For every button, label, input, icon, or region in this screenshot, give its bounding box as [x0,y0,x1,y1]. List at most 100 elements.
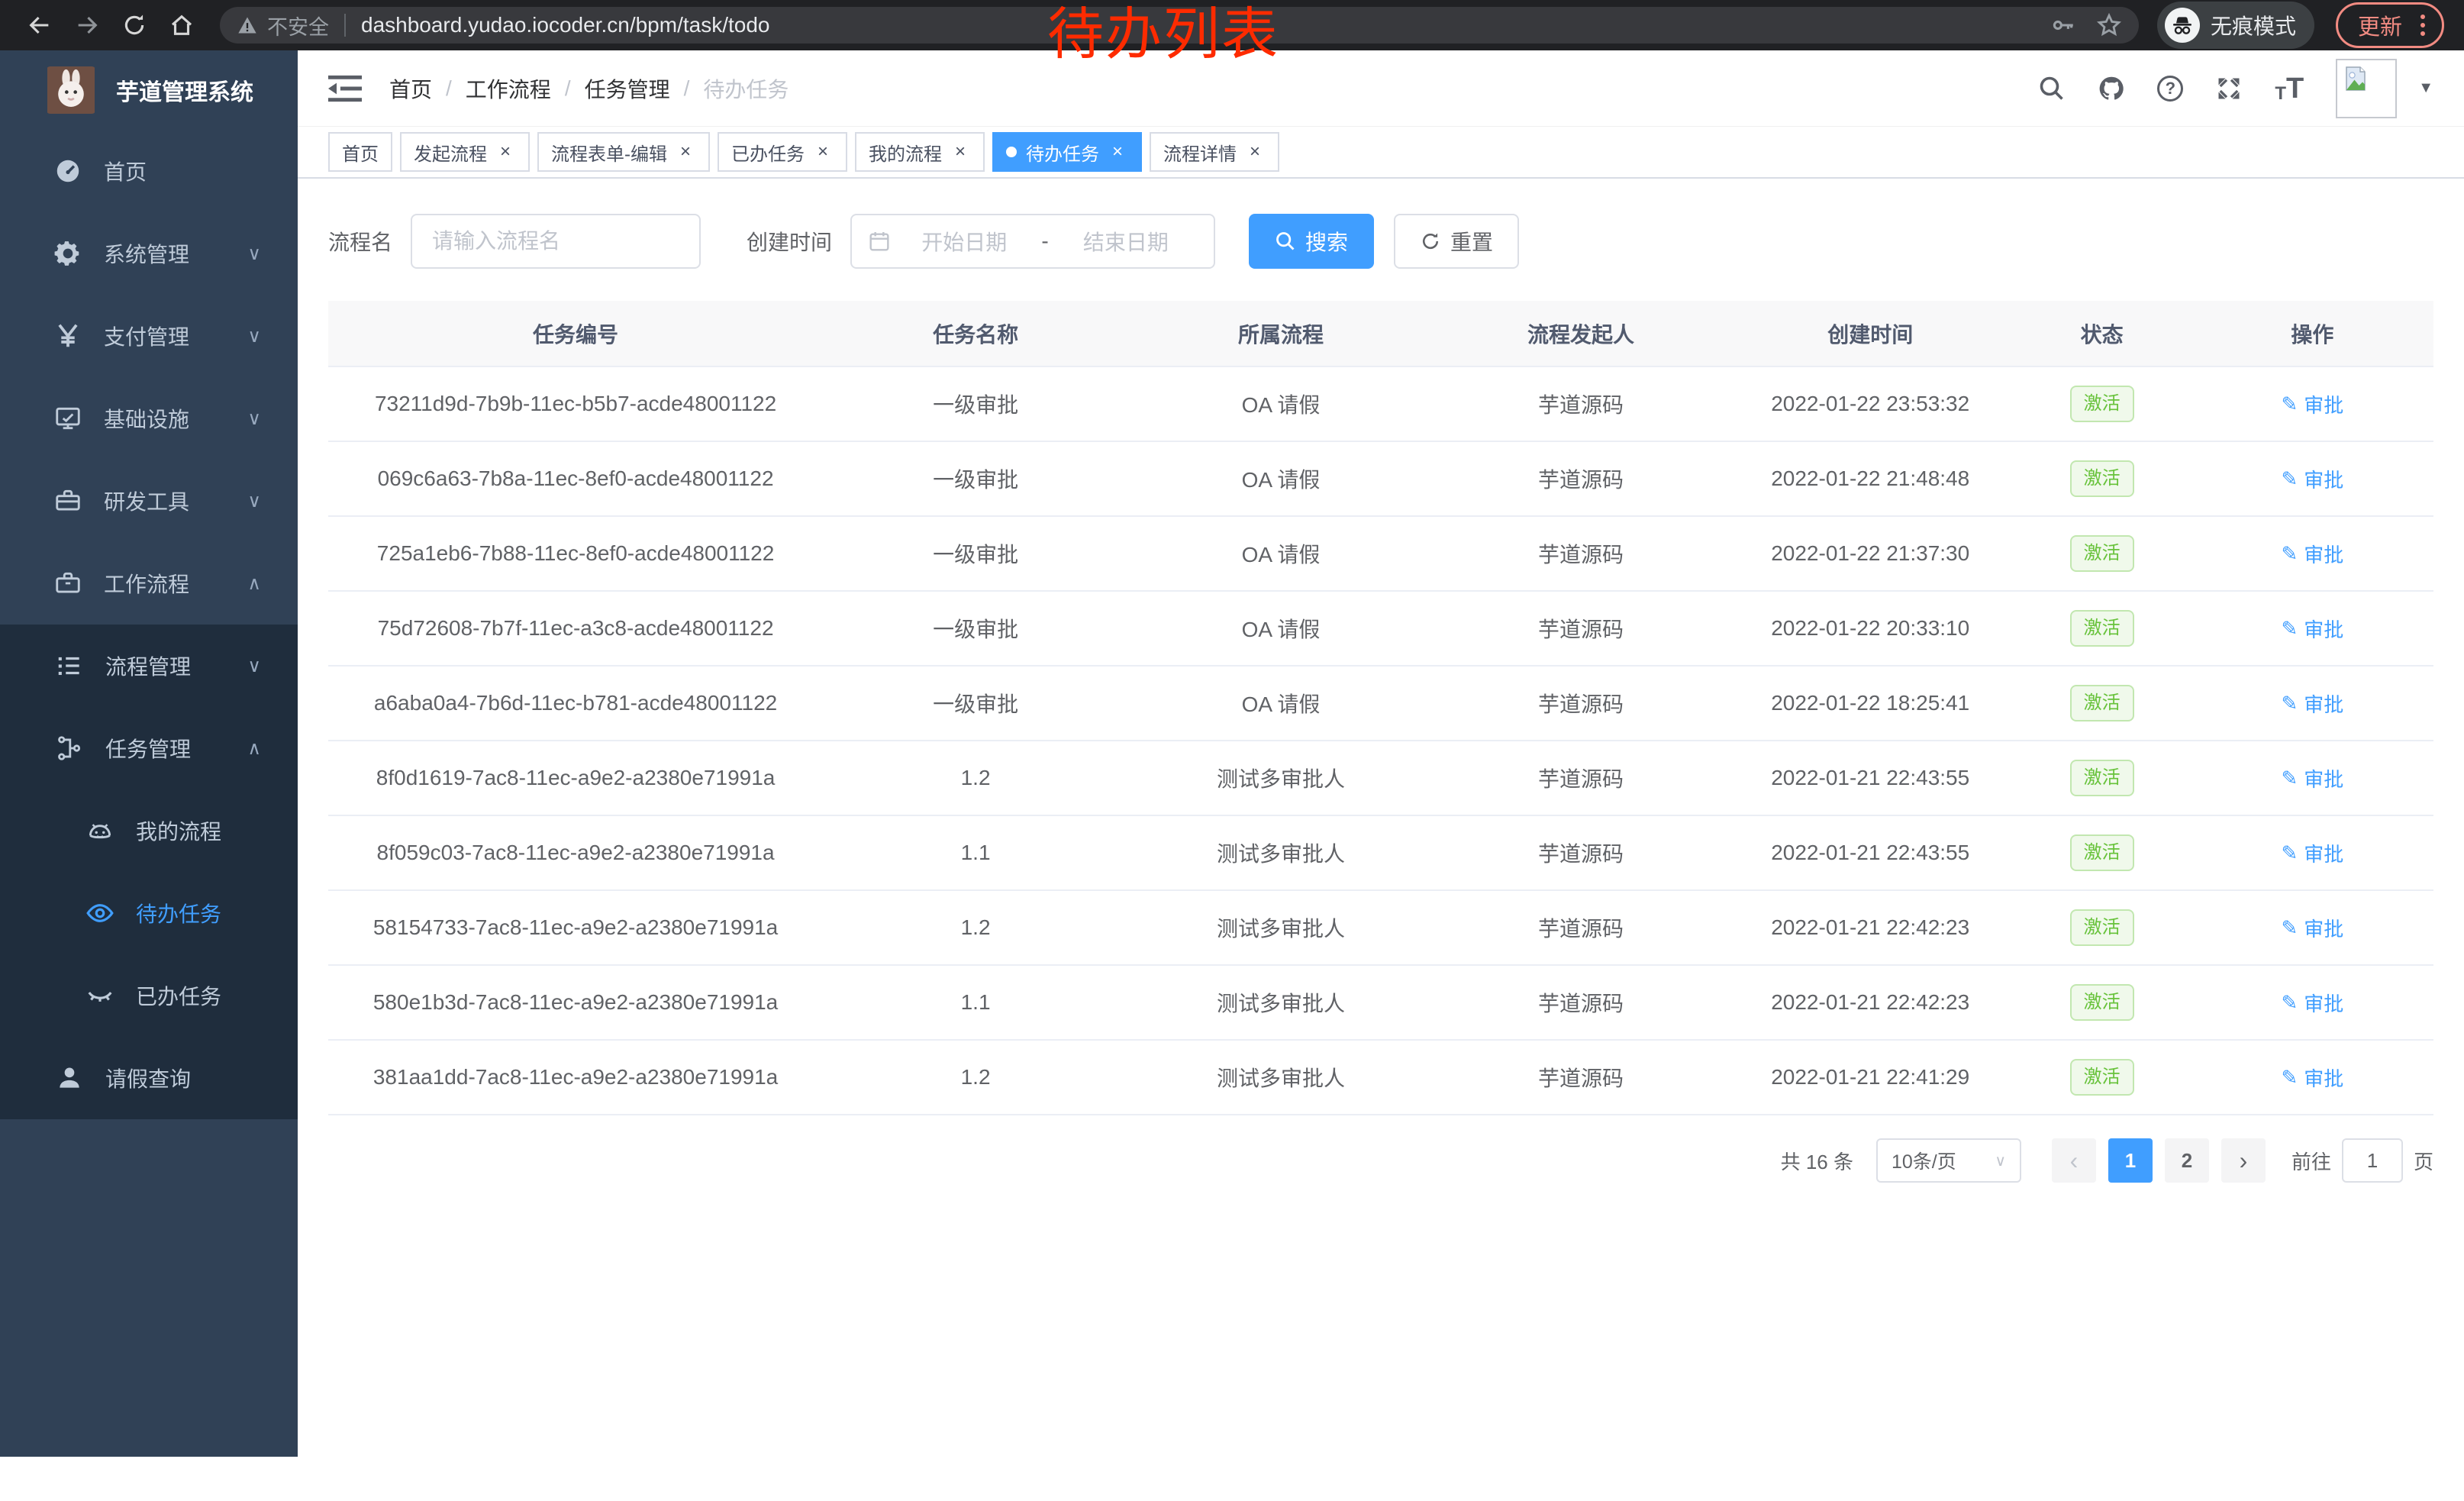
sidebar-item-infra[interactable]: 基础设施 ∨ [0,377,298,460]
approve-link[interactable]: ✎审批 [2281,764,2343,792]
cell-process: OA 请假 [1128,591,1434,666]
date-range-picker[interactable]: 开始日期 - 结束日期 [850,214,1215,269]
sidebar-item-devtools[interactable]: 研发工具 ∨ [0,460,298,542]
cell-actions: ✎审批 [2191,890,2433,965]
tags-view: 首页 发起流程 × 流程表单-编辑 × 已办任务 [298,127,2464,179]
tab-label: 首页 [342,139,379,166]
user-menu-caret-icon[interactable]: ▼ [2418,79,2433,97]
approve-link[interactable]: ✎审批 [2281,1064,2343,1092]
approve-link[interactable]: ✎审批 [2281,540,2343,568]
status-badge: 激活 [2070,984,2134,1020]
cell-task-id: 75d72608-7b7f-11ec-a3c8-acde48001122 [328,591,823,666]
cell-task-id: a6aba0a4-7b6d-11ec-b781-acde48001122 [328,666,823,741]
tab-label: 我的流程 [869,139,942,166]
browser-reload-icon[interactable] [114,5,154,45]
warning-icon [237,15,258,36]
tab-close-icon[interactable]: × [1107,141,1128,163]
approve-link[interactable]: ✎审批 [2281,390,2343,418]
font-size-icon[interactable]: TT [2275,74,2304,103]
tab[interactable]: 流程详情 × [1150,132,1279,172]
page-content: 流程名 创建时间 开始日期 - 结束日期 搜索 重置 [298,179,2464,1213]
bookmark-star-icon[interactable] [2096,12,2122,38]
tab-label: 流程详情 [1163,139,1237,166]
password-key-icon[interactable] [2050,12,2076,38]
chevron-down-icon: ∨ [247,655,261,677]
edit-pencil-icon: ✎ [2281,617,2298,641]
github-icon[interactable] [2098,75,2125,102]
monitor-icon [53,404,82,433]
browser-back-icon[interactable] [20,5,60,45]
sidebar-item-home[interactable]: 首页 [0,130,298,212]
goto-page-input[interactable] [2342,1138,2403,1183]
eye-closed-icon [85,981,114,1010]
page-unit-label: 页 [2414,1147,2433,1175]
tab[interactable]: 流程表单-编辑 × [537,132,710,172]
sidebar-item-my-process[interactable]: 我的流程 [0,789,298,872]
tab[interactable]: 我的流程 × [855,132,985,172]
approve-link[interactable]: ✎审批 [2281,914,2343,942]
cell-actions: ✎审批 [2191,1040,2433,1115]
breadcrumb: 首页 / 工作流程 / 任务管理 / 待办任务 [389,73,789,104]
tab[interactable]: 首页 [328,132,392,172]
edit-pencil-icon: ✎ [2281,916,2298,940]
cell-create-time: 2022-01-22 23:53:32 [1728,366,2012,441]
sidebar-item-leave-query[interactable]: 请假查询 [0,1037,298,1119]
cell-task-name: 1.2 [823,890,1128,965]
col-status: 状态 [2012,301,2191,366]
pagination-total: 共 16 条 [1781,1147,1853,1175]
tab[interactable]: 已办任务 × [718,132,847,172]
tab-close-icon[interactable]: × [495,141,516,163]
prev-page-button[interactable]: ‹ [2052,1138,2096,1183]
approve-link[interactable]: ✎审批 [2281,615,2343,643]
cell-actions: ✎审批 [2191,591,2433,666]
approve-link[interactable]: ✎审批 [2281,839,2343,867]
cell-task-id: 381aa1dd-7ac8-11ec-a9e2-a2380e71991a [328,1040,823,1115]
tab[interactable]: 发起流程 × [400,132,530,172]
breadcrumb-home[interactable]: 首页 [389,73,432,104]
collapse-sidebar-icon[interactable] [328,74,362,103]
security-chip[interactable]: 不安全 [237,11,329,40]
cell-initiator: 芋道源码 [1434,741,1728,815]
sidebar-item-workflow[interactable]: 工作流程 ∧ [0,542,298,625]
sidebar-item-process-mgmt[interactable]: 流程管理 ∨ [0,625,298,707]
tab-close-icon[interactable]: × [1244,141,1266,163]
page-button-2[interactable]: 2 [2165,1138,2209,1183]
cell-initiator: 芋道源码 [1434,666,1728,741]
help-icon[interactable]: ? [2157,76,2183,102]
browser-home-icon[interactable] [162,5,202,45]
page-button-1[interactable]: 1 [2108,1138,2153,1183]
cell-process: 测试多审批人 [1128,890,1434,965]
cell-create-time: 2022-01-22 20:33:10 [1728,591,2012,666]
reset-button[interactable]: 重置 [1394,214,1519,269]
tab-close-icon[interactable]: × [675,141,696,163]
sidebar-item-payment[interactable]: 支付管理 ∨ [0,295,298,377]
sidebar-item-todo-task[interactable]: 待办任务 [0,872,298,954]
sidebar-item-done-task[interactable]: 已办任务 [0,954,298,1037]
breadcrumb-workflow[interactable]: 工作流程 [466,73,551,104]
approve-link[interactable]: ✎审批 [2281,989,2343,1017]
process-name-input[interactable] [411,214,701,269]
goto-label: 前往 [2291,1147,2331,1175]
cell-task-id: 58154733-7ac8-11ec-a9e2-a2380e71991a [328,890,823,965]
user-avatar[interactable] [2336,59,2397,118]
approve-link[interactable]: ✎审批 [2281,465,2343,493]
browser-menu-icon[interactable] [2414,11,2431,39]
sidebar-item-system[interactable]: 系统管理 ∨ [0,212,298,295]
page-size-select[interactable]: 10条/页 ∨ [1876,1138,2021,1183]
tab[interactable]: 待办任务 × [992,132,1142,172]
fullscreen-icon[interactable] [2215,75,2243,102]
sidebar-item-task-mgmt[interactable]: 任务管理 ∧ [0,707,298,789]
cell-process: 测试多审批人 [1128,741,1434,815]
chevron-down-icon: ∨ [247,408,261,430]
browser-update-button[interactable]: 更新 [2336,2,2444,48]
browser-forward-icon[interactable] [67,5,107,45]
next-page-button[interactable]: › [2221,1138,2266,1183]
tab-close-icon[interactable]: × [812,141,834,163]
tab-close-icon[interactable]: × [950,141,971,163]
table-header-row: 任务编号 任务名称 所属流程 流程发起人 创建时间 状态 操作 [328,301,2433,366]
search-button[interactable]: 搜索 [1249,214,1374,269]
approve-link[interactable]: ✎审批 [2281,689,2343,718]
search-icon[interactable] [2038,75,2066,102]
search-icon [1275,231,1296,252]
breadcrumb-task-mgmt[interactable]: 任务管理 [585,73,670,104]
